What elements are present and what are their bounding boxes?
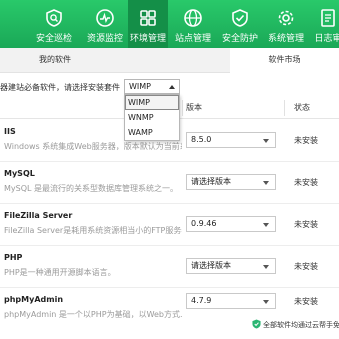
globe-icon xyxy=(184,9,202,27)
software-desc: PHP是一种通用开源脚本语言。 xyxy=(4,268,116,277)
software-desc: MySQL 是最流行的关系型数据库管理系统之一。 xyxy=(4,184,179,193)
version-value: 4.7.9 xyxy=(191,296,212,305)
version-value: 8.5.0 xyxy=(191,135,212,144)
shield-search-icon xyxy=(46,9,62,27)
status-text: 未安装 xyxy=(294,220,318,229)
nav-label: 环境管理 xyxy=(129,34,166,44)
table-row: phpMyAdmin phpMyAdmin 是一个以PHP为基础，以Web方式.… xyxy=(0,287,339,319)
nav-item-logs[interactable]: 日志审 xyxy=(310,0,339,48)
nav-label: 系统管理 xyxy=(267,34,304,44)
gear-icon xyxy=(278,10,294,26)
version-value: 请选择版本 xyxy=(191,177,231,186)
suite-dropdown: WIMP WNMP WAMP xyxy=(124,94,180,141)
version-value: 0.9.46 xyxy=(191,219,217,228)
footer-note: 全部软件均通过云帮手免 xyxy=(263,321,339,329)
table-row: FileZilla Server FileZilla Server是耗用系统资源… xyxy=(0,203,339,246)
nav-label: 安全巡检 xyxy=(35,34,72,44)
col-status: 状态 xyxy=(294,103,310,112)
software-desc: FileZilla Server是耗用系统资源相当小的FTP服务器软... xyxy=(4,226,182,235)
suite-select[interactable]: WIMP xyxy=(124,79,180,94)
version-select[interactable]: 请选择版本 xyxy=(186,258,276,274)
status-text: 未安装 xyxy=(294,297,318,306)
table-row: MySQL MySQL 是最流行的关系型数据库管理系统之一。 请选择版本 未安装 xyxy=(0,161,339,204)
version-select[interactable]: 8.5.0 xyxy=(186,132,276,148)
suite-option[interactable]: WIMP xyxy=(125,95,179,110)
software-name: phpMyAdmin xyxy=(4,295,64,304)
install-suite-label: 器建站必备软件，请选择安装套件 xyxy=(0,83,120,92)
chevron-down-icon xyxy=(263,181,269,185)
top-nav: 安全巡检 资源监控 环境管理 站点管理 安全防护 系统管理 日志审 xyxy=(0,0,339,48)
nav-item-site[interactable]: 站点管理 xyxy=(170,0,216,48)
software-name: FileZilla Server xyxy=(4,211,73,220)
table-row: PHP PHP是一种通用开源脚本语言。 请选择版本 未安装 xyxy=(0,245,339,288)
sub-tabs: 我的软件 软件市场 xyxy=(0,48,339,73)
tab-my-software[interactable]: 我的软件 xyxy=(0,48,110,72)
nav-item-security-inspection[interactable]: 安全巡检 xyxy=(26,0,82,48)
version-value: 请选择版本 xyxy=(191,261,231,270)
software-name: PHP xyxy=(4,253,23,262)
chevron-down-icon xyxy=(263,139,269,143)
version-select[interactable]: 0.9.46 xyxy=(186,216,276,232)
suite-select-value: WIMP xyxy=(129,82,151,91)
suite-option[interactable]: WAMP xyxy=(125,125,179,140)
software-desc: phpMyAdmin 是一个以PHP为基础，以Web方式... xyxy=(4,310,182,319)
suite-option[interactable]: WNMP xyxy=(125,110,179,125)
col-version: 版本 xyxy=(186,103,202,112)
shield-check-icon xyxy=(252,319,261,329)
monitor-icon xyxy=(96,9,114,27)
nav-label: 站点管理 xyxy=(174,34,211,44)
nav-item-resource-monitor[interactable]: 资源监控 xyxy=(82,0,128,48)
software-name: IIS xyxy=(4,127,16,136)
nav-label: 安全防护 xyxy=(221,34,258,44)
version-select[interactable]: 4.7.9 xyxy=(186,293,276,309)
status-text: 未安装 xyxy=(294,262,318,271)
column-divider xyxy=(182,100,183,116)
software-desc: Windows 系统集成Web服务器，版本默认为当前系统... xyxy=(4,142,182,151)
chevron-down-icon xyxy=(263,300,269,304)
nav-label: 资源监控 xyxy=(86,34,123,44)
status-text: 未安装 xyxy=(294,178,318,187)
grid-icon xyxy=(140,10,156,26)
nav-item-environment[interactable]: 环境管理 xyxy=(128,0,168,48)
tab-software-market[interactable]: 软件市场 xyxy=(230,48,339,73)
shield-check-icon xyxy=(232,9,248,27)
document-icon xyxy=(321,9,335,27)
version-select[interactable]: 请选择版本 xyxy=(186,174,276,190)
status-text: 未安装 xyxy=(294,136,318,145)
software-name: MySQL xyxy=(4,169,35,178)
nav-item-protection[interactable]: 安全防护 xyxy=(216,0,264,48)
column-divider xyxy=(284,100,285,116)
caret-up-icon xyxy=(169,85,175,89)
chevron-down-icon xyxy=(263,223,269,227)
chevron-down-icon xyxy=(263,265,269,269)
nav-label: 日志审 xyxy=(314,34,339,44)
nav-item-system[interactable]: 系统管理 xyxy=(266,0,306,48)
